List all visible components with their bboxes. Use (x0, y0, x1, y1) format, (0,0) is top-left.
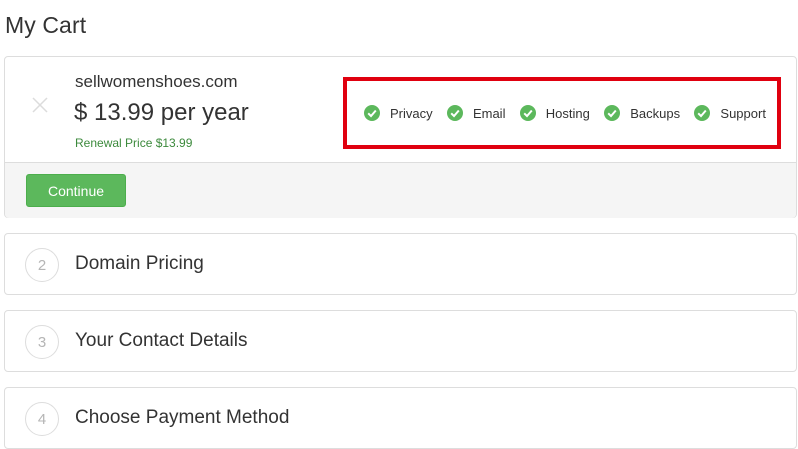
domain-name: sellwomenshoes.com (75, 72, 238, 91)
step-domain-pricing[interactable]: 2 Domain Pricing (4, 233, 797, 295)
feature-label: Email (472, 105, 506, 121)
cart-item-panel: sellwomenshoes.com $ 13.99 per year Rene… (4, 56, 797, 218)
step-number-badge: 4 (25, 402, 59, 436)
domain-price: $ 13.99 per year (74, 99, 249, 126)
check-circle-icon (364, 105, 380, 121)
step-number-badge: 3 (25, 325, 59, 359)
step-title: Domain Pricing (75, 253, 204, 274)
feature-label: Privacy (390, 105, 433, 121)
check-circle-icon (519, 105, 536, 121)
feature-privacy: Privacy (364, 105, 433, 121)
feature-support: Support (694, 105, 766, 121)
step-contact-details[interactable]: 3 Your Contact Details (4, 310, 797, 372)
feature-backups: Backups (604, 105, 680, 121)
feature-label: Support (720, 105, 766, 121)
included-features: Privacy Email Hosting Backups Support (343, 77, 781, 149)
feature-label: Hosting (545, 105, 590, 121)
cart-item-body: sellwomenshoes.com $ 13.99 per year Rene… (5, 57, 796, 162)
feature-hosting: Hosting (519, 105, 590, 121)
check-circle-icon (604, 105, 621, 121)
cart-footer: Continue (5, 162, 796, 218)
feature-label: Backups (630, 105, 681, 121)
step-title: Your Contact Details (75, 330, 248, 351)
step-title: Choose Payment Method (75, 407, 290, 428)
step-payment-method[interactable]: 4 Choose Payment Method (4, 387, 797, 449)
feature-email: Email (446, 105, 506, 121)
check-circle-icon (694, 105, 711, 121)
continue-button[interactable]: Continue (26, 174, 126, 207)
remove-item-icon[interactable] (30, 95, 50, 115)
check-circle-icon (446, 105, 463, 121)
step-number-badge: 2 (25, 248, 59, 282)
renewal-price: Renewal Price $13.99 (75, 136, 193, 150)
page-title: My Cart (5, 12, 87, 38)
